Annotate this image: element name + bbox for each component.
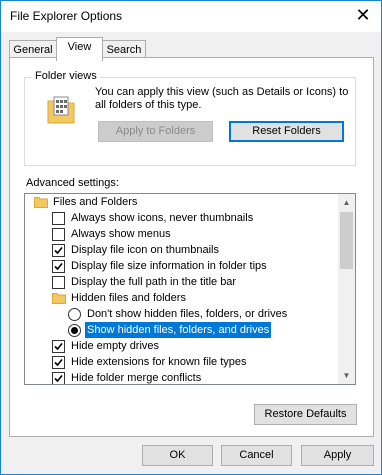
checkbox-checked[interactable] bbox=[52, 340, 65, 353]
checkmark-icon bbox=[54, 246, 63, 255]
vertical-scrollbar[interactable]: ▲ ▼ bbox=[338, 194, 355, 384]
radio-button[interactable] bbox=[68, 308, 81, 321]
item-label: Always show icons, never thumbnails bbox=[71, 212, 254, 224]
view-tab-panel: Folder views You can apply this view (su… bbox=[9, 57, 374, 437]
folder-icon bbox=[34, 197, 48, 208]
restore-defaults-button[interactable]: Restore Defaults bbox=[254, 404, 357, 425]
checkbox[interactable] bbox=[52, 228, 65, 241]
folder-views-description: You can apply this view (such as Details… bbox=[95, 86, 349, 111]
checkbox-checked[interactable] bbox=[52, 244, 65, 257]
window-title: File Explorer Options bbox=[10, 9, 123, 23]
item-label: Hide folder merge conflicts bbox=[71, 372, 202, 384]
scroll-up-icon[interactable]: ▲ bbox=[338, 194, 355, 211]
radio-button-checked[interactable] bbox=[68, 324, 81, 337]
checkmark-icon bbox=[54, 374, 63, 383]
apply-to-folders-button[interactable]: Apply to Folders bbox=[98, 121, 213, 142]
checkbox-checked[interactable] bbox=[52, 372, 65, 384]
title-bar: File Explorer Options ✕ bbox=[1, 1, 381, 32]
item-label: Hidden files and folders bbox=[71, 292, 186, 304]
close-icon[interactable]: ✕ bbox=[351, 3, 375, 27]
checkmark-icon bbox=[54, 342, 63, 351]
item-label: Display file icon on thumbnails bbox=[71, 244, 219, 256]
checkbox[interactable] bbox=[52, 276, 65, 289]
folder-icon bbox=[52, 293, 66, 304]
checkbox-checked[interactable] bbox=[52, 356, 65, 369]
checkmark-icon bbox=[54, 358, 63, 367]
item-label: Always show menus bbox=[71, 228, 171, 240]
ok-button[interactable]: OK bbox=[142, 445, 213, 466]
reset-folders-button[interactable]: Reset Folders bbox=[229, 121, 344, 142]
folder-views-label: Folder views bbox=[32, 70, 100, 82]
apply-button[interactable]: Apply bbox=[301, 445, 374, 466]
item-label: Show hidden files, folders, and drives bbox=[85, 322, 272, 338]
tab-view[interactable]: View bbox=[56, 37, 103, 61]
file-explorer-options-dialog: File Explorer Options ✕ General View Sea… bbox=[0, 0, 382, 475]
cancel-button[interactable]: Cancel bbox=[221, 445, 292, 466]
folder-view-icon bbox=[46, 95, 76, 125]
item-label: Hide empty drives bbox=[71, 340, 160, 352]
item-label: Don't show hidden files, folders, or dri… bbox=[87, 308, 288, 320]
scroll-thumb[interactable] bbox=[340, 212, 353, 269]
item-label: Display the full path in the title bar bbox=[71, 276, 237, 288]
advanced-settings-list[interactable]: Files and Folders Always show icons, nev… bbox=[24, 193, 356, 385]
folder-views-group: Folder views You can apply this view (su… bbox=[24, 70, 356, 166]
advanced-settings-label: Advanced settings: bbox=[26, 177, 119, 189]
checkbox[interactable] bbox=[52, 212, 65, 225]
item-label: Files and Folders bbox=[53, 196, 138, 208]
checkmark-icon bbox=[54, 262, 63, 271]
checkbox-checked[interactable] bbox=[52, 260, 65, 273]
scroll-down-icon[interactable]: ▼ bbox=[338, 367, 355, 384]
item-label: Display file size information in folder … bbox=[71, 260, 267, 272]
item-label: Hide extensions for known file types bbox=[71, 356, 247, 368]
